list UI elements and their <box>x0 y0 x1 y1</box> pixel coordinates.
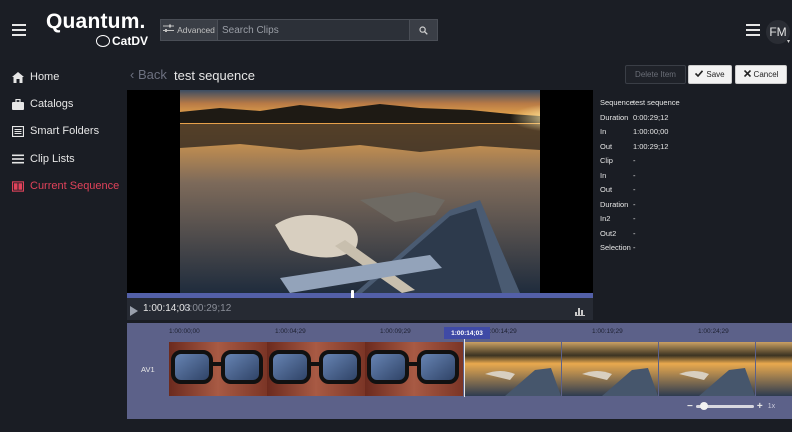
meta-key: In <box>600 127 607 136</box>
duration-timecode: 0:00:29;12 <box>184 303 232 314</box>
cancel-label: Cancel <box>753 70 779 79</box>
timeline-clip-glasses[interactable] <box>169 342 463 396</box>
timeline-current-timecode: 1:00:14;03 <box>444 327 490 339</box>
timeline-playhead[interactable] <box>464 339 465 397</box>
save-button[interactable]: Save <box>688 65 732 84</box>
zoom-slider-handle[interactable] <box>699 402 708 410</box>
chevron-left-icon: ‹ <box>130 67 135 82</box>
meta-key: Clip <box>600 156 613 165</box>
sidebar-item-catalogs[interactable]: Catalogs <box>12 96 73 112</box>
avatar-caret-icon: ▾ <box>787 39 791 45</box>
meta-key: In2 <box>600 214 611 223</box>
meta-value: - <box>633 156 636 165</box>
check-icon <box>695 70 704 79</box>
ruler-tick: 1:00:09;29 <box>380 328 411 335</box>
meta-value: 1:00:00;00 <box>633 127 669 136</box>
meta-value: - <box>633 214 636 223</box>
search-icon <box>419 25 428 35</box>
save-label: Save <box>706 70 725 79</box>
timeline[interactable]: 1:00:00;00 1:00:04;29 1:00:09;29 1:00:14… <box>127 323 792 419</box>
smart-folder-icon <box>12 125 24 137</box>
meta-key: Duration <box>600 112 629 122</box>
home-icon <box>12 71 24 83</box>
page-title: test sequence <box>174 68 255 83</box>
ruler-tick: 1:00:14;29 <box>486 328 517 335</box>
meta-key: Duration <box>600 199 629 209</box>
zoom-in-icon[interactable]: + <box>757 401 763 412</box>
briefcase-icon <box>12 98 24 110</box>
back-label: Back <box>137 67 167 82</box>
timeline-clip-lake[interactable] <box>465 342 792 396</box>
search-input[interactable] <box>218 19 410 41</box>
ruler-tick: 1:00:24;29 <box>698 328 729 335</box>
app-header: Quantum. CatDV Advanced FM ▾ <box>0 0 792 60</box>
meta-value: - <box>633 199 636 209</box>
ruler-tick: 1:00:00;00 <box>169 328 200 335</box>
video-player[interactable] <box>127 90 593 293</box>
logo-quantum: Quantum. <box>46 10 146 33</box>
meta-value: 0:00:29;12 <box>633 112 669 122</box>
sidebar-item-label: Smart Folders <box>30 125 100 137</box>
search-button[interactable] <box>410 19 438 41</box>
meta-key: Out2 <box>600 228 617 238</box>
sidebar-item-label: Current Sequence <box>30 180 120 192</box>
sliders-icon <box>163 24 175 36</box>
list-icon <box>12 153 24 165</box>
timeline-zoom: − + 1x <box>687 401 775 412</box>
meta-key: Out <box>600 185 613 194</box>
catdv-mark-icon <box>96 35 110 47</box>
options-menu-icon[interactable] <box>746 24 760 36</box>
meta-value: 1:00:29;12 <box>633 141 669 151</box>
zoom-slider[interactable] <box>695 402 754 410</box>
logo-catdv-text: CatDV <box>112 34 149 48</box>
video-frame <box>180 90 540 293</box>
zoom-out-icon[interactable]: − <box>687 401 693 412</box>
meta-key: In <box>600 170 607 180</box>
meta-value: - <box>633 228 636 238</box>
sidebar-item-home[interactable]: Home <box>12 69 59 85</box>
play-icon[interactable] <box>130 303 138 321</box>
advanced-search-button[interactable]: Advanced <box>160 19 218 41</box>
meta-key: Sequence <box>600 98 634 107</box>
back-link[interactable]: ‹ Back <box>130 67 167 82</box>
cancel-button[interactable]: Cancel <box>735 65 787 84</box>
sidebar-item-label: Home <box>30 71 60 83</box>
logo-catdv: CatDV <box>96 34 148 48</box>
track-label: AV1 <box>141 365 155 374</box>
delete-item-button[interactable]: Delete Item <box>625 65 686 84</box>
player-controls: 1:00:14;03 0:00:29;12 <box>127 298 593 320</box>
sidebar-item-label: Catalogs <box>30 98 74 110</box>
ruler-tick: 1:00:19;29 <box>592 328 623 335</box>
meta-value: - <box>633 170 636 180</box>
audio-levels-icon[interactable] <box>575 303 585 321</box>
sidebar: Home Catalogs Smart Folders Clip Lists C… <box>0 60 120 322</box>
sidebar-item-label: Clip Lists <box>30 153 75 165</box>
sidebar-item-current-sequence[interactable]: Current Sequence <box>12 178 119 194</box>
sidebar-item-smart-folders[interactable]: Smart Folders <box>12 123 99 139</box>
main-menu-icon[interactable] <box>12 24 26 36</box>
advanced-label: Advanced <box>177 25 215 35</box>
delete-label: Delete Item <box>635 70 676 79</box>
meta-value: - <box>633 243 636 252</box>
sidebar-item-clip-lists[interactable]: Clip Lists <box>12 151 75 167</box>
meta-value: test sequence <box>633 98 680 107</box>
close-icon <box>743 69 751 79</box>
search-bar: Advanced <box>160 19 440 41</box>
ruler-tick: 1:00:04;29 <box>275 328 306 335</box>
meta-key: Out <box>600 141 613 151</box>
meta-value: - <box>633 185 636 194</box>
meta-key: Selection <box>600 243 631 252</box>
sequence-icon <box>12 180 24 192</box>
zoom-level: 1x <box>767 403 776 410</box>
